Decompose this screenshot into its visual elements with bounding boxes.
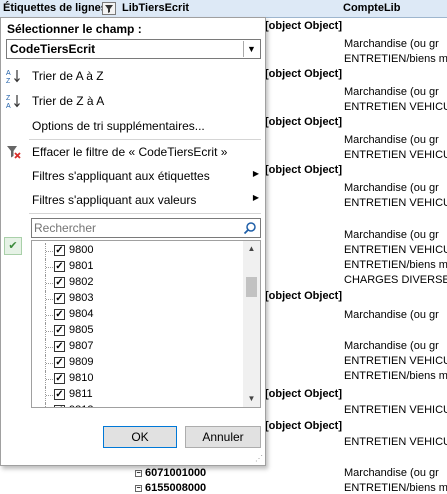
checkbox[interactable]: ✓	[54, 373, 65, 384]
list-item[interactable]: ✓9813	[32, 403, 244, 407]
clear-filter-label: Effacer le filtre de « CodeTiersEcrit »	[32, 145, 228, 159]
search-box[interactable]	[31, 218, 261, 238]
select-field-label: Sélectionner le champ :	[7, 22, 142, 36]
checkbox[interactable]: ✓	[54, 261, 65, 272]
sort-az-icon: A Z	[6, 70, 20, 84]
comptelib-cell: Marchandise (ou gr	[344, 38, 439, 50]
scrollbar-thumb[interactable]	[246, 277, 257, 297]
comptelib-cell: Marchandise (ou gr	[344, 229, 439, 241]
checkbox[interactable]: ✓	[54, 357, 65, 368]
chevron-down-icon[interactable]: ▼	[243, 41, 259, 57]
label-filters-item[interactable]: Filtres s'appliquant aux étiquettes ▶	[1, 165, 265, 187]
pivot-row-label[interactable]: −6155008000	[135, 482, 206, 494]
checkbox[interactable]: ✓	[54, 405, 65, 407]
comptelib-cell: ENTRETIEN/biens m	[344, 482, 447, 494]
sort-az-item[interactable]: A Z Trier de A à Z	[1, 65, 265, 87]
list-item[interactable]: ✓ 9811	[32, 387, 244, 403]
svg-text:A: A	[6, 103, 11, 109]
clear-filter-icon	[7, 146, 21, 159]
checkbox[interactable]: ✓	[54, 325, 65, 336]
checkmark-icon: ✔	[4, 237, 22, 255]
collapse-icon[interactable]: −	[135, 485, 142, 492]
filter-icon	[105, 5, 113, 13]
chevron-right-icon: ▶	[252, 169, 259, 178]
comptelib-cell: Marchandise (ou gr	[344, 467, 439, 479]
comptelib-cell: Marchandise (ou gr	[344, 309, 439, 321]
checkbox[interactable]: ✓	[54, 341, 65, 352]
scroll-up-icon[interactable]: ▲	[243, 241, 260, 257]
bg-partial-label: [object Object]	[265, 290, 343, 302]
resize-grip-icon[interactable]: ⋰	[255, 454, 263, 463]
more-sort-options-label: Options de tri supplémentaires...	[32, 119, 205, 133]
menu-divider	[29, 139, 261, 140]
libtiers-header[interactable]: LibTiersEcrit	[122, 2, 189, 14]
sort-az-label: Trier de A à Z	[32, 69, 104, 83]
more-sort-options-item[interactable]: Options de tri supplémentaires...	[1, 115, 265, 137]
bg-partial-label: [object Object]	[265, 20, 343, 32]
comptelib-cell: ENTRETIEN VEHICUL	[344, 149, 447, 161]
comptelib-cell: ENTRETIEN/biens m	[344, 53, 447, 65]
search-icon[interactable]	[243, 221, 257, 235]
list-item[interactable]: ✓ 9800	[32, 243, 244, 259]
checkbox[interactable]: ✓	[54, 293, 65, 304]
field-select-value: CodeTiersEcrit	[10, 42, 96, 56]
filter-popup: Sélectionner le champ : CodeTiersEcrit ▼…	[0, 17, 266, 466]
checkbox[interactable]: ✓	[54, 309, 65, 320]
list-item[interactable]: ✓ 9804	[32, 307, 244, 323]
comptelib-cell: Marchandise (ou gr	[344, 340, 439, 352]
comptelib-cell: ENTRETIEN VEHICUL	[344, 404, 447, 416]
bg-partial-label: [object Object]	[265, 388, 343, 400]
cancel-button[interactable]: Annuler	[185, 426, 261, 448]
comptelib-header[interactable]: CompteLib	[343, 2, 400, 14]
sort-za-item[interactable]: Z A Trier de Z à A	[1, 90, 265, 112]
bg-partial-label: [object Object]	[265, 116, 343, 128]
checkbox[interactable]: ✓	[54, 277, 65, 288]
search-input[interactable]	[34, 220, 234, 236]
comptelib-cell: ENTRETIEN VEHICUL	[344, 197, 447, 209]
comptelib-cell: ENTRETIEN VEHICUL	[344, 244, 447, 256]
list-item[interactable]: ✓ 9805	[32, 323, 244, 339]
comptelib-cell: Marchandise (ou gr	[344, 86, 439, 98]
list-item[interactable]: ✓ 9810	[32, 371, 244, 387]
comptelib-cell: Marchandise (ou gr	[344, 134, 439, 146]
checkbox[interactable]: ✓	[54, 389, 65, 400]
list-item[interactable]: ✓ 9809	[32, 355, 244, 371]
comptelib-cell: ENTRETIEN/biens m	[344, 370, 447, 382]
label-filters-label: Filtres s'appliquant aux étiquettes	[32, 169, 210, 183]
comptelib-cell: ENTRETIEN VEHICUL	[344, 355, 447, 367]
list-item[interactable]: ✓ 9801	[32, 259, 244, 275]
bg-partial-label: [object Object]	[265, 164, 343, 176]
row-labels-header[interactable]: Étiquettes de lignes	[3, 2, 107, 14]
comptelib-cell: ENTRETIEN/biens m	[344, 259, 447, 271]
sort-za-icon: Z A	[6, 95, 20, 109]
sort-za-label: Trier de Z à A	[32, 94, 105, 108]
clear-filter-item[interactable]: Effacer le filtre de « CodeTiersEcrit »	[1, 141, 265, 163]
ok-button[interactable]: OK	[103, 426, 177, 448]
list-scrollbar[interactable]: ▲ ▼	[243, 241, 260, 407]
comptelib-cell: ENTRETIEN VEHICUL	[344, 436, 447, 448]
pivot-header-row: Étiquettes de lignes LibTiersEcrit Compt…	[0, 0, 447, 18]
bg-partial-label: [object Object]	[265, 420, 343, 432]
bg-partial-label: [object Object]	[265, 68, 343, 80]
filter-dropdown-button[interactable]	[102, 2, 116, 15]
scroll-down-icon[interactable]: ▼	[243, 391, 260, 407]
field-select[interactable]: CodeTiersEcrit ▼	[6, 39, 261, 59]
checkbox[interactable]: ✓	[54, 245, 65, 256]
list-item[interactable]: ✓ 9802	[32, 275, 244, 291]
value-filters-label: Filtres s'appliquant aux valeurs	[32, 193, 197, 207]
values-list[interactable]: ✓ 9800 ✓ 9801 ✓ 9802 ✓ 9803 ✓ 9804 ✓ 9805 ✓ 980…	[31, 240, 261, 408]
svg-text:Z: Z	[6, 78, 11, 84]
comptelib-cell: ENTRETIEN VEHICUL	[344, 101, 447, 113]
svg-text:A: A	[6, 70, 11, 77]
pivot-row-label[interactable]: −6071001000	[135, 467, 206, 479]
comptelib-cell: CHARGES DIVERSES	[344, 274, 447, 286]
value-filters-item[interactable]: Filtres s'appliquant aux valeurs ▶	[1, 189, 265, 211]
chevron-right-icon: ▶	[252, 193, 259, 202]
comptelib-cell: Marchandise (ou gr	[344, 182, 439, 194]
menu-divider	[29, 213, 261, 214]
list-item[interactable]: ✓ 9803	[32, 291, 244, 307]
collapse-icon[interactable]: −	[135, 470, 142, 477]
svg-text:Z: Z	[6, 95, 11, 102]
list-item[interactable]: ✓ 9807	[32, 339, 244, 355]
